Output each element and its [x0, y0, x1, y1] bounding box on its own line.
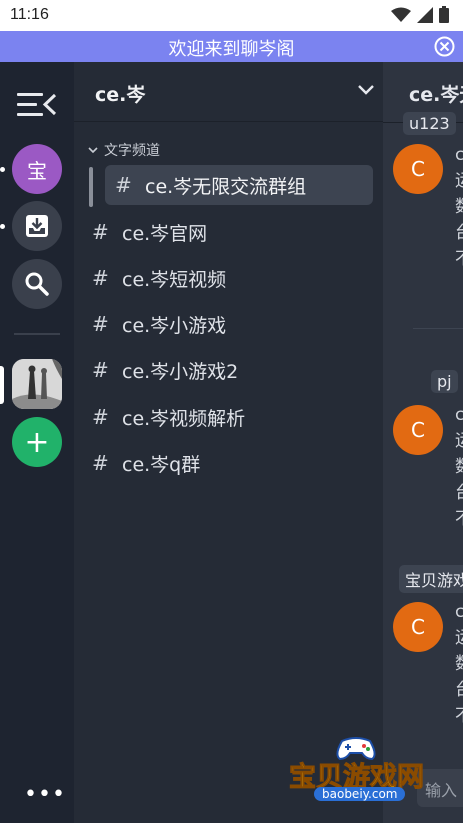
server-ce-cen[interactable] [12, 359, 62, 409]
hash-icon: # [92, 405, 109, 429]
username-pill[interactable]: 宝贝游戏 [399, 565, 463, 593]
server-initial: 宝 [27, 158, 47, 183]
channel-item[interactable]: # ce.岑无限交流群组 [105, 165, 373, 205]
category-label: 文字频道 [104, 143, 160, 159]
channel-label: ce.岑官网 [122, 222, 208, 245]
server-header[interactable]: ce.岑 [74, 62, 383, 122]
active-server-indicator [0, 366, 4, 404]
message-line: 台 [455, 677, 463, 703]
channel-item[interactable]: # ce.岑官网 [92, 212, 372, 252]
username-pill[interactable]: u123 [403, 112, 456, 135]
message-line: 运 [455, 168, 463, 194]
close-icon[interactable] [434, 36, 455, 57]
avatar[interactable]: C [393, 144, 443, 194]
channel-category[interactable]: 文字频道 [88, 140, 160, 160]
chevron-down-icon [88, 147, 98, 154]
inbox-icon [26, 215, 48, 237]
chat-title: ce.岑无 [409, 84, 463, 106]
avatar[interactable]: C [393, 405, 443, 455]
watermark-url: baobeiy.com [314, 787, 406, 801]
unread-dot [0, 224, 5, 229]
channel-label: ce.岑视频解析 [122, 407, 246, 430]
status-icons [391, 6, 449, 23]
username-pill[interactable]: pj [431, 370, 458, 393]
signal-icon [417, 6, 433, 23]
server-rail: 宝 + ••• [0, 62, 74, 823]
server-image-icon [12, 359, 62, 409]
channel-item[interactable]: # ce.岑视频解析 [92, 397, 372, 437]
selected-channel-indicator [89, 167, 93, 207]
message-line: 运 [455, 428, 463, 454]
battery-icon [439, 6, 449, 23]
channel-label: ce.岑短视频 [122, 268, 227, 291]
message-line: 数 [455, 194, 463, 220]
message-line: 不 [455, 703, 463, 729]
message-line: c [455, 405, 463, 425]
channel-panel: ce.岑 文字频道 # ce.岑无限交流群组 # ce.岑官网 # ce.岑短视… [74, 62, 383, 823]
channel-label: ce.岑小游戏2 [122, 360, 239, 383]
search-icon [25, 272, 49, 296]
channel-label: ce.岑小游戏 [122, 314, 227, 337]
message-line: 数 [455, 454, 463, 480]
message-line: 台 [455, 220, 463, 246]
chat-panel: ce.岑无 u123 C c 运 数 台 不 pj C c 运 数 台 不 宝贝… [383, 62, 463, 823]
status-time: 11:16 [10, 6, 49, 23]
message-line: 不 [455, 246, 463, 272]
collapse-menu-icon[interactable] [17, 90, 57, 120]
hash-icon: # [115, 173, 132, 197]
message-text: c 运 数 台 不 [455, 599, 463, 729]
rail-divider [14, 333, 60, 335]
message-line: c [455, 602, 463, 622]
channel-item[interactable]: # ce.岑q群 [92, 443, 372, 483]
status-bar: 11:16 [0, 0, 463, 31]
avatar-letter: C [411, 615, 425, 639]
channel-item[interactable]: # ce.岑小游戏2 [92, 350, 372, 390]
message-line: c [455, 145, 463, 165]
channel-item[interactable]: # ce.岑短视频 [92, 258, 372, 298]
welcome-banner: 欢迎来到聊岑阁 [0, 31, 463, 62]
avatar-letter: C [411, 157, 425, 181]
message-line: 台 [455, 480, 463, 506]
watermark-logo: 宝贝游戏网 baobeiy.com [286, 735, 446, 815]
inbox-button[interactable] [12, 201, 62, 251]
message-line: 数 [455, 651, 463, 677]
message-text: c 运 数 台 不 [455, 402, 463, 532]
wifi-icon [391, 7, 411, 22]
avatar-letter: C [411, 418, 425, 442]
avatar[interactable]: C [393, 602, 443, 652]
hash-icon: # [92, 451, 109, 475]
hash-icon: # [92, 266, 109, 290]
plus-icon: + [24, 424, 50, 460]
channel-label: ce.岑q群 [122, 453, 201, 476]
message-divider [413, 328, 463, 329]
message-line: 运 [455, 625, 463, 651]
app-screen: { "status_bar": { "time": "11:16" }, "ba… [0, 0, 463, 823]
more-icon[interactable]: ••• [24, 782, 66, 807]
server-name: ce.岑 [95, 84, 146, 106]
message-line: 不 [455, 506, 463, 532]
hash-icon: # [92, 312, 109, 336]
channel-item[interactable]: # ce.岑小游戏 [92, 304, 372, 344]
unread-dot [0, 167, 5, 172]
chevron-down-icon[interactable] [357, 84, 375, 96]
message-text: c 运 数 台 不 [455, 142, 463, 272]
hash-icon: # [92, 358, 109, 382]
channel-label: ce.岑无限交流群组 [145, 175, 307, 198]
server-bao[interactable]: 宝 [12, 144, 62, 194]
banner-text: 欢迎来到聊岑阁 [168, 39, 295, 60]
search-button[interactable] [12, 259, 62, 309]
hash-icon: # [92, 220, 109, 244]
add-server-button[interactable]: + [12, 417, 62, 467]
